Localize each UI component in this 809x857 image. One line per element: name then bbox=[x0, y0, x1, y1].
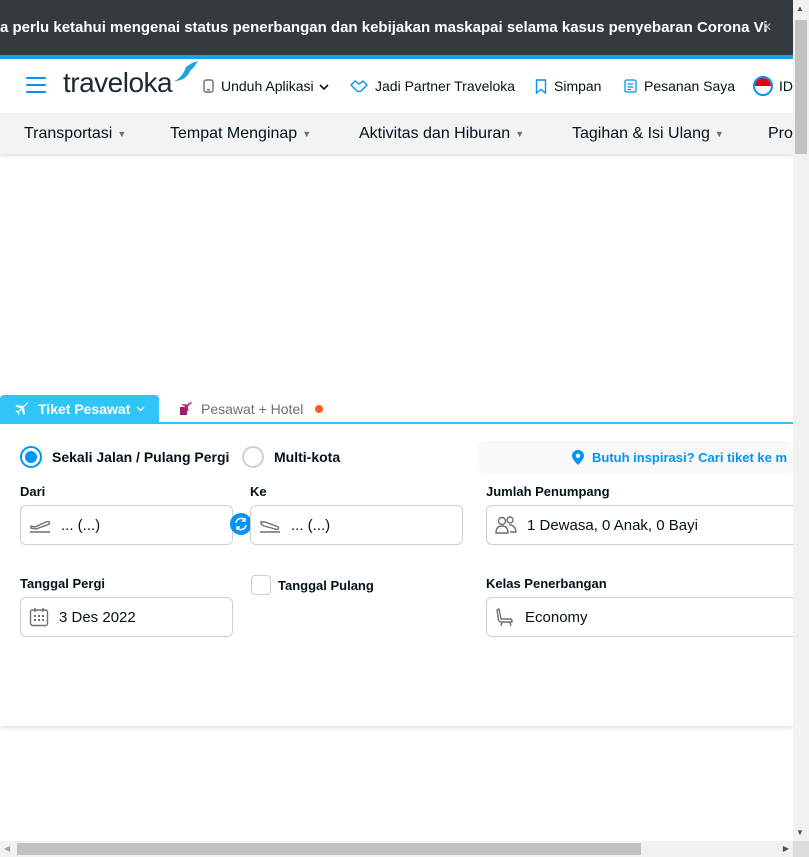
category-label: Tagihan & Isi Ulang bbox=[572, 125, 710, 142]
radio-oneway-roundtrip[interactable]: Sekali Jalan / Pulang Pergi bbox=[20, 446, 229, 468]
return-date-label: Tanggal Pulang bbox=[278, 578, 374, 593]
radio-multicity[interactable]: Multi-kota bbox=[242, 446, 340, 468]
depart-date-label: Tanggal Pergi bbox=[20, 576, 105, 591]
tab-flight-hotel-label: Pesawat + Hotel bbox=[201, 401, 304, 417]
download-app-label: Unduh Aplikasi bbox=[221, 78, 314, 94]
saved-link[interactable]: Simpan bbox=[535, 59, 601, 113]
scroll-left-arrow-icon[interactable]: ◀ bbox=[4, 844, 10, 853]
header: traveloka Unduh Aplikasi Jadi Partner Tr… bbox=[0, 59, 793, 113]
vertical-scrollbar[interactable]: ▲ ▼ bbox=[793, 0, 809, 841]
chevron-down-icon bbox=[136, 404, 145, 415]
announcement-bar: a perlu ketahui mengenai status penerban… bbox=[0, 0, 793, 55]
scroll-up-arrow-icon[interactable]: ▲ bbox=[796, 4, 804, 13]
from-value: ... (...) bbox=[61, 516, 101, 534]
radio-selected-icon bbox=[20, 446, 42, 468]
category-tempat-menginap[interactable]: Tempat Menginap ▼ bbox=[170, 113, 311, 154]
passengers-label: Jumlah Penumpang bbox=[486, 484, 610, 499]
passengers-selector[interactable]: 1 Dewasa, 0 Anak, 0 Bayi bbox=[486, 505, 793, 545]
category-label: Transportasi bbox=[24, 125, 113, 142]
category-transportasi[interactable]: Transportasi ▼ bbox=[24, 113, 126, 154]
category-nav: Transportasi ▼ Tempat Menginap ▼ Aktivitas… bbox=[0, 113, 793, 154]
handshake-icon bbox=[350, 79, 368, 93]
to-label: Ke bbox=[250, 484, 267, 499]
scrollbar-corner bbox=[793, 841, 809, 857]
close-icon[interactable]: ✕ bbox=[762, 21, 774, 33]
partner-label: Jadi Partner Traveloka bbox=[375, 78, 516, 94]
radio-label: Multi-kota bbox=[274, 449, 341, 465]
orders-icon bbox=[624, 79, 637, 93]
category-aktivitas[interactable]: Aktivitas dan Hiburan ▼ bbox=[359, 113, 524, 154]
tab-flight-label: Tiket Pesawat bbox=[38, 401, 131, 417]
plane-hotel-icon bbox=[178, 402, 193, 416]
from-label: Dari bbox=[20, 484, 46, 499]
to-value: ... (...) bbox=[291, 516, 331, 534]
passengers-value: 1 Dewasa, 0 Anak, 0 Bayi bbox=[527, 516, 698, 534]
scroll-down-arrow-icon[interactable]: ▼ bbox=[796, 828, 804, 837]
vertical-scroll-thumb[interactable] bbox=[795, 20, 807, 154]
landing-icon bbox=[259, 517, 281, 533]
return-date-checkbox[interactable] bbox=[251, 575, 271, 595]
caret-down-icon: ▼ bbox=[515, 129, 525, 139]
from-input[interactable]: ... (...) bbox=[20, 505, 233, 545]
bookmark-icon bbox=[535, 78, 547, 94]
calendar-icon bbox=[29, 607, 49, 627]
radio-unselected-icon bbox=[242, 446, 264, 468]
radio-label: Sekali Jalan / Pulang Pergi bbox=[52, 449, 230, 465]
download-app-button[interactable]: Unduh Aplikasi bbox=[203, 59, 329, 113]
category-label: Pro bbox=[768, 125, 793, 142]
seat-icon bbox=[495, 607, 515, 627]
category-pro[interactable]: Pro bbox=[768, 113, 793, 154]
language-selector[interactable]: ID bbox=[753, 59, 793, 113]
class-selector[interactable]: Economy bbox=[486, 597, 793, 637]
inspiration-label: Butuh inspirasi? Cari tiket ke m bbox=[592, 449, 788, 465]
indonesia-flag-icon bbox=[753, 76, 773, 96]
scroll-right-arrow-icon[interactable]: ▶ bbox=[783, 844, 789, 853]
depart-date-input[interactable]: 3 Des 2022 bbox=[20, 597, 233, 637]
tab-flight-hotel[interactable]: Pesawat + Hotel bbox=[178, 395, 324, 423]
airplane-icon bbox=[15, 402, 29, 416]
swap-icon[interactable] bbox=[230, 513, 252, 535]
caret-down-icon: ▼ bbox=[302, 129, 312, 139]
logo[interactable]: traveloka bbox=[63, 67, 173, 99]
users-icon bbox=[495, 516, 517, 534]
horizontal-scroll-thumb[interactable] bbox=[17, 843, 641, 855]
horizontal-scrollbar[interactable]: ◀ ▶ bbox=[0, 841, 793, 857]
location-pin-icon bbox=[572, 449, 584, 465]
partner-link[interactable]: Jadi Partner Traveloka bbox=[350, 59, 515, 113]
logo-bird-icon bbox=[174, 61, 198, 81]
language-label: ID bbox=[779, 78, 793, 94]
caret-down-icon: ▼ bbox=[117, 129, 127, 139]
announcement-text[interactable]: a perlu ketahui mengenai status penerban… bbox=[0, 0, 768, 55]
caret-down-icon: ▼ bbox=[714, 129, 724, 139]
my-orders-link[interactable]: Pesanan Saya bbox=[624, 59, 735, 113]
class-value: Economy bbox=[525, 608, 588, 626]
inspiration-link[interactable]: Butuh inspirasi? Cari tiket ke m bbox=[477, 441, 793, 473]
category-label: Tempat Menginap bbox=[170, 125, 298, 142]
my-orders-label: Pesanan Saya bbox=[644, 78, 736, 94]
chevron-down-icon bbox=[319, 78, 329, 94]
category-label: Aktivitas dan Hiburan bbox=[359, 125, 511, 142]
class-label: Kelas Penerbangan bbox=[486, 576, 607, 591]
category-tagihan[interactable]: Tagihan & Isi Ulang ▼ bbox=[572, 113, 724, 154]
phone-icon bbox=[203, 79, 214, 93]
saved-label: Simpan bbox=[554, 78, 602, 94]
depart-date-value: 3 Des 2022 bbox=[59, 608, 136, 626]
to-input[interactable]: ... (...) bbox=[250, 505, 463, 545]
new-badge-dot bbox=[315, 405, 324, 413]
takeoff-icon bbox=[29, 517, 51, 533]
hamburger-menu-icon[interactable] bbox=[26, 77, 46, 93]
tab-flight[interactable]: Tiket Pesawat bbox=[0, 395, 159, 423]
